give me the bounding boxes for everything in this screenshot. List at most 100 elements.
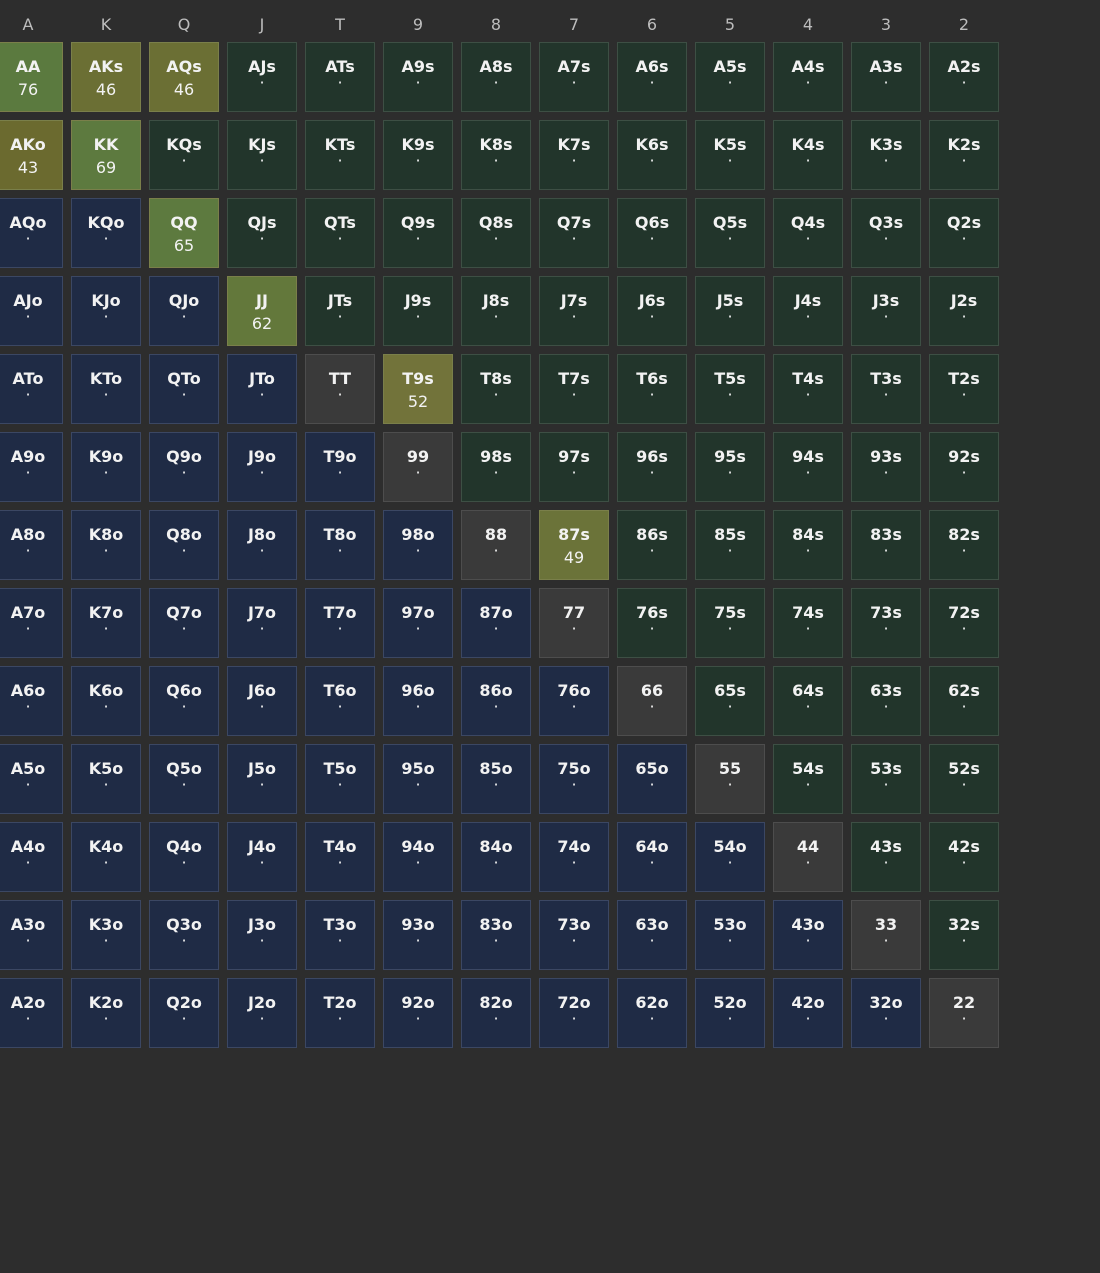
hand-cell-QJo[interactable]: QJo · bbox=[149, 276, 219, 346]
hand-cell-22[interactable]: 22 · bbox=[929, 978, 999, 1048]
hand-cell-Q6o[interactable]: Q6o · bbox=[149, 666, 219, 736]
hand-cell-J7s[interactable]: J7s · bbox=[539, 276, 609, 346]
hand-cell-Q2o[interactable]: Q2o · bbox=[149, 978, 219, 1048]
hand-cell-T9s[interactable]: T9s 52 bbox=[383, 354, 453, 424]
hand-cell-A6s[interactable]: A6s · bbox=[617, 42, 687, 112]
hand-cell-KQs[interactable]: KQs · bbox=[149, 120, 219, 190]
hand-cell-K2o[interactable]: K2o · bbox=[71, 978, 141, 1048]
hand-cell-64s[interactable]: 64s · bbox=[773, 666, 843, 736]
hand-cell-86s[interactable]: 86s · bbox=[617, 510, 687, 580]
hand-cell-Q2s[interactable]: Q2s · bbox=[929, 198, 999, 268]
hand-cell-J4o[interactable]: J4o · bbox=[227, 822, 297, 892]
hand-cell-53s[interactable]: 53s · bbox=[851, 744, 921, 814]
hand-cell-KJo[interactable]: KJo · bbox=[71, 276, 141, 346]
hand-cell-97o[interactable]: 97o · bbox=[383, 588, 453, 658]
hand-cell-A7o[interactable]: A7o · bbox=[0, 588, 63, 658]
hand-cell-85o[interactable]: 85o · bbox=[461, 744, 531, 814]
hand-cell-95o[interactable]: 95o · bbox=[383, 744, 453, 814]
hand-cell-Q9s[interactable]: Q9s · bbox=[383, 198, 453, 268]
hand-cell-33[interactable]: 33 · bbox=[851, 900, 921, 970]
hand-cell-86o[interactable]: 86o · bbox=[461, 666, 531, 736]
hand-cell-63o[interactable]: 63o · bbox=[617, 900, 687, 970]
hand-cell-Q8o[interactable]: Q8o · bbox=[149, 510, 219, 580]
hand-cell-K4s[interactable]: K4s · bbox=[773, 120, 843, 190]
hand-cell-T9o[interactable]: T9o · bbox=[305, 432, 375, 502]
hand-cell-KQo[interactable]: KQo · bbox=[71, 198, 141, 268]
hand-cell-JTs[interactable]: JTs · bbox=[305, 276, 375, 346]
hand-cell-T7s[interactable]: T7s · bbox=[539, 354, 609, 424]
hand-cell-J9s[interactable]: J9s · bbox=[383, 276, 453, 346]
hand-cell-QTs[interactable]: QTs · bbox=[305, 198, 375, 268]
hand-cell-65o[interactable]: 65o · bbox=[617, 744, 687, 814]
hand-cell-K9s[interactable]: K9s · bbox=[383, 120, 453, 190]
hand-cell-76s[interactable]: 76s · bbox=[617, 588, 687, 658]
hand-cell-J5o[interactable]: J5o · bbox=[227, 744, 297, 814]
hand-cell-J3s[interactable]: J3s · bbox=[851, 276, 921, 346]
hand-cell-84s[interactable]: 84s · bbox=[773, 510, 843, 580]
hand-cell-A3o[interactable]: A3o · bbox=[0, 900, 63, 970]
hand-cell-A4o[interactable]: A4o · bbox=[0, 822, 63, 892]
hand-cell-A9o[interactable]: A9o · bbox=[0, 432, 63, 502]
hand-cell-T4o[interactable]: T4o · bbox=[305, 822, 375, 892]
hand-cell-AKs[interactable]: AKs 46 bbox=[71, 42, 141, 112]
hand-cell-42s[interactable]: 42s · bbox=[929, 822, 999, 892]
hand-cell-92s[interactable]: 92s · bbox=[929, 432, 999, 502]
hand-cell-52s[interactable]: 52s · bbox=[929, 744, 999, 814]
hand-cell-63s[interactable]: 63s · bbox=[851, 666, 921, 736]
hand-cell-94s[interactable]: 94s · bbox=[773, 432, 843, 502]
hand-cell-Q5o[interactable]: Q5o · bbox=[149, 744, 219, 814]
hand-cell-K4o[interactable]: K4o · bbox=[71, 822, 141, 892]
hand-cell-T6o[interactable]: T6o · bbox=[305, 666, 375, 736]
hand-cell-KTs[interactable]: KTs · bbox=[305, 120, 375, 190]
hand-cell-A5s[interactable]: A5s · bbox=[695, 42, 765, 112]
hand-cell-98s[interactable]: 98s · bbox=[461, 432, 531, 502]
hand-cell-Q5s[interactable]: Q5s · bbox=[695, 198, 765, 268]
hand-cell-KK[interactable]: KK 69 bbox=[71, 120, 141, 190]
hand-cell-T7o[interactable]: T7o · bbox=[305, 588, 375, 658]
hand-cell-87o[interactable]: 87o · bbox=[461, 588, 531, 658]
hand-cell-J3o[interactable]: J3o · bbox=[227, 900, 297, 970]
hand-cell-A4s[interactable]: A4s · bbox=[773, 42, 843, 112]
hand-cell-43s[interactable]: 43s · bbox=[851, 822, 921, 892]
hand-cell-J8o[interactable]: J8o · bbox=[227, 510, 297, 580]
hand-cell-KJs[interactable]: KJs · bbox=[227, 120, 297, 190]
hand-cell-94o[interactable]: 94o · bbox=[383, 822, 453, 892]
hand-cell-AKo[interactable]: AKo 43 bbox=[0, 120, 63, 190]
hand-cell-Q7s[interactable]: Q7s · bbox=[539, 198, 609, 268]
hand-cell-A2s[interactable]: A2s · bbox=[929, 42, 999, 112]
hand-cell-K7o[interactable]: K7o · bbox=[71, 588, 141, 658]
hand-cell-76o[interactable]: 76o · bbox=[539, 666, 609, 736]
hand-cell-52o[interactable]: 52o · bbox=[695, 978, 765, 1048]
hand-cell-83o[interactable]: 83o · bbox=[461, 900, 531, 970]
hand-cell-72s[interactable]: 72s · bbox=[929, 588, 999, 658]
hand-cell-62s[interactable]: 62s · bbox=[929, 666, 999, 736]
hand-cell-JTo[interactable]: JTo · bbox=[227, 354, 297, 424]
hand-cell-Q4o[interactable]: Q4o · bbox=[149, 822, 219, 892]
hand-cell-T4s[interactable]: T4s · bbox=[773, 354, 843, 424]
hand-cell-K6s[interactable]: K6s · bbox=[617, 120, 687, 190]
hand-cell-82o[interactable]: 82o · bbox=[461, 978, 531, 1048]
hand-cell-42o[interactable]: 42o · bbox=[773, 978, 843, 1048]
hand-cell-77[interactable]: 77 · bbox=[539, 588, 609, 658]
hand-cell-AQo[interactable]: AQo · bbox=[0, 198, 63, 268]
hand-cell-T2o[interactable]: T2o · bbox=[305, 978, 375, 1048]
hand-cell-44[interactable]: 44 · bbox=[773, 822, 843, 892]
hand-cell-74o[interactable]: 74o · bbox=[539, 822, 609, 892]
hand-cell-54o[interactable]: 54o · bbox=[695, 822, 765, 892]
hand-cell-J8s[interactable]: J8s · bbox=[461, 276, 531, 346]
hand-cell-J9o[interactable]: J9o · bbox=[227, 432, 297, 502]
hand-cell-32o[interactable]: 32o · bbox=[851, 978, 921, 1048]
hand-cell-A7s[interactable]: A7s · bbox=[539, 42, 609, 112]
hand-cell-74s[interactable]: 74s · bbox=[773, 588, 843, 658]
hand-cell-65s[interactable]: 65s · bbox=[695, 666, 765, 736]
hand-cell-T2s[interactable]: T2s · bbox=[929, 354, 999, 424]
hand-cell-99[interactable]: 99 · bbox=[383, 432, 453, 502]
hand-cell-J7o[interactable]: J7o · bbox=[227, 588, 297, 658]
hand-cell-A8s[interactable]: A8s · bbox=[461, 42, 531, 112]
hand-cell-55[interactable]: 55 · bbox=[695, 744, 765, 814]
hand-cell-A8o[interactable]: A8o · bbox=[0, 510, 63, 580]
hand-cell-QTo[interactable]: QTo · bbox=[149, 354, 219, 424]
hand-cell-Q3s[interactable]: Q3s · bbox=[851, 198, 921, 268]
hand-cell-72o[interactable]: 72o · bbox=[539, 978, 609, 1048]
hand-cell-ATo[interactable]: ATo · bbox=[0, 354, 63, 424]
